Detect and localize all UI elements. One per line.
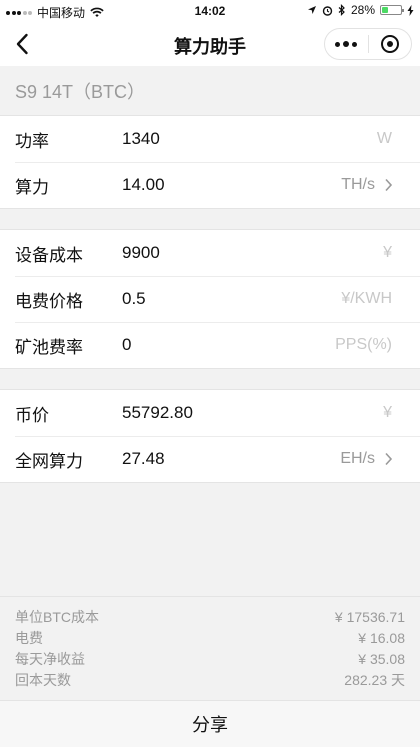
machine-group: 功率 W 算力 TH/s <box>0 116 420 209</box>
menu-capsule <box>324 28 412 60</box>
result-row: 单位BTC成本 ¥ 17536.71 <box>15 606 405 627</box>
hashrate-row: 算力 TH/s <box>0 162 420 208</box>
power-row: 功率 W <box>0 116 420 162</box>
electricity-price-input[interactable] <box>122 289 322 309</box>
close-miniprogram-button[interactable] <box>369 29 412 59</box>
result-label: 每天净收益 <box>15 650 85 667</box>
alarm-icon <box>322 5 333 16</box>
device-cost-row: 设备成本 ¥ <box>0 230 420 276</box>
more-dots-icon <box>335 41 358 47</box>
share-label: 分享 <box>192 715 228 735</box>
chevron-right-icon <box>385 452 393 466</box>
location-arrow-icon <box>307 6 316 14</box>
coin-price-row: 币价 ¥ <box>0 390 420 436</box>
result-value: ¥ 17536.71 <box>334 608 405 625</box>
pool-fee-row: 矿池费率 PPS(%) <box>0 322 420 368</box>
hashrate-label: 算力 <box>15 177 49 197</box>
pool-fee-unit: PPS(%) <box>335 336 392 353</box>
device-selector[interactable]: S9 14T（BTC） <box>0 66 420 116</box>
coin-price-unit: ¥ <box>383 404 392 421</box>
power-input[interactable] <box>122 129 322 149</box>
close-target-icon <box>380 35 399 53</box>
network-group: 币价 ¥ 全网算力 EH/s <box>0 389 420 483</box>
power-unit: W <box>376 130 392 147</box>
hashrate-unit-selector[interactable]: TH/s <box>341 176 375 194</box>
status-bar: 中国移动 14:02 28% <box>0 0 420 22</box>
chevron-right-icon <box>385 178 393 192</box>
electricity-price-row: 电费价格 ¥/KWH <box>0 276 420 322</box>
charging-bolt-icon <box>407 4 414 16</box>
result-label: 单位BTC成本 <box>15 608 99 625</box>
nav-bar: 算力助手 <box>0 22 420 66</box>
result-value: ¥ 35.08 <box>358 650 405 667</box>
share-button[interactable]: 分享 <box>0 700 420 747</box>
device-cost-unit: ¥ <box>383 244 392 261</box>
pool-fee-label: 矿池费率 <box>15 337 83 357</box>
battery-icon <box>380 5 404 15</box>
battery-fill <box>382 7 388 13</box>
results-summary: 单位BTC成本 ¥ 17536.71 电费 ¥ 16.08 每天净收益 ¥ 35… <box>0 596 420 700</box>
status-right: 28% <box>307 3 414 17</box>
network-hashrate-row: 全网算力 EH/s <box>0 436 420 482</box>
result-value: 282.23 天 <box>344 671 405 688</box>
network-hashrate-label: 全网算力 <box>15 451 83 471</box>
battery-percent: 28% <box>350 3 375 17</box>
result-label: 回本天数 <box>15 671 71 688</box>
pool-fee-input[interactable] <box>122 335 322 355</box>
network-hashrate-unit-selector[interactable]: EH/s <box>340 450 375 468</box>
device-cost-label: 设备成本 <box>15 245 83 265</box>
result-row: 电费 ¥ 16.08 <box>15 627 405 648</box>
bluetooth-icon <box>338 4 345 16</box>
coin-price-label: 币价 <box>15 405 49 425</box>
result-row: 每天净收益 ¥ 35.08 <box>15 648 405 669</box>
electricity-price-label: 电费价格 <box>15 291 83 311</box>
network-hashrate-input[interactable] <box>122 449 322 469</box>
result-row: 回本天数 282.23 天 <box>15 669 405 690</box>
device-cost-input[interactable] <box>122 243 322 263</box>
result-value: ¥ 16.08 <box>358 629 405 646</box>
result-label: 电费 <box>15 629 43 646</box>
more-button[interactable] <box>325 29 368 59</box>
coin-price-input[interactable] <box>122 403 322 423</box>
device-name: S9 14T（BTC） <box>15 81 146 102</box>
hashrate-input[interactable] <box>122 175 322 195</box>
power-label: 功率 <box>15 131 49 151</box>
cost-group: 设备成本 ¥ 电费价格 ¥/KWH 矿池费率 PPS(%) <box>0 229 420 369</box>
electricity-price-unit: ¥/KWH <box>341 290 392 307</box>
